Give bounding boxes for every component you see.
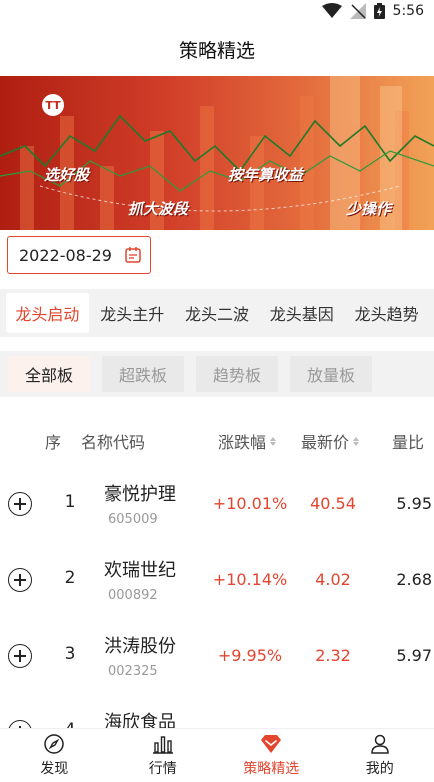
bottom-nav: 发现 行情 策略精选 我的 (0, 728, 434, 782)
stock-code: 002325 (108, 664, 158, 679)
header-ratio: 量比 (392, 433, 425, 452)
logo-mark: TT (42, 94, 64, 116)
add-watchlist-icon[interactable] (8, 644, 32, 668)
stock-price: 40.54 (310, 494, 356, 513)
tab-longtou-qidong[interactable]: 龙头启动 (6, 293, 89, 333)
date-value: 2022-08-29 (19, 245, 112, 265)
stock-list: 1 豪悦护理 605009 +10.01% 40.54 5.95 2 欢瑞世纪 … (0, 466, 434, 728)
title-bar: 策略精选 (0, 22, 434, 76)
header-change-sortable[interactable]: 涨跌幅 (218, 429, 277, 453)
header-index: 序 (45, 433, 62, 452)
filter-trend-board[interactable]: 趋势板 (196, 356, 278, 392)
nav-discover[interactable]: 发现 (0, 729, 109, 782)
wifi-icon (321, 3, 342, 18)
battery-charging-icon (373, 3, 385, 19)
status-bar: 5:56 (0, 0, 434, 22)
stock-volume-ratio: 5.95 (396, 494, 432, 513)
table-header: 序 名称代码 涨跌幅 最新价 量比 (0, 416, 434, 466)
stock-change: +9.95% (217, 646, 283, 665)
stock-code: 605009 (108, 512, 158, 527)
sort-icon (353, 436, 360, 446)
compass-icon (44, 734, 64, 754)
nav-profile-label: 我的 (365, 761, 394, 777)
stock-price: 2.32 (315, 646, 351, 665)
banner-logo: TT (42, 94, 68, 116)
stock-name: 欢瑞世纪 (104, 560, 176, 581)
tab-longtou-jiyin[interactable]: 龙头基因 (260, 293, 344, 333)
header-change-label: 涨跌幅 (218, 433, 267, 452)
filter-all-boards[interactable]: 全部板 (8, 356, 90, 392)
table-row[interactable]: 3 洪涛股份 002325 +9.95% 2.32 5.97 (0, 618, 434, 694)
calendar-icon (125, 247, 141, 263)
banner-slogan-4: 少操作 (346, 200, 392, 218)
nav-profile[interactable]: 我的 (326, 729, 434, 782)
add-watchlist-icon[interactable] (8, 492, 32, 516)
board-filters: 全部板 超跌板 趋势板 放量板 (0, 351, 434, 397)
promo-banner[interactable]: TT 选好股 按年算收益 抓大波段 少操作 (0, 76, 434, 230)
stock-name: 洪涛股份 (104, 636, 176, 657)
page-title: 策略精选 (178, 39, 255, 62)
tab-longtou-erbo[interactable]: 龙头二波 (175, 293, 259, 333)
strategy-tabs: 龙头启动 龙头主升 龙头二波 龙头基因 龙头趋势 (0, 289, 434, 337)
tab-longtou-qushi[interactable]: 龙头趋势 (345, 293, 428, 333)
table-row[interactable]: 1 豪悦护理 605009 +10.01% 40.54 5.95 (0, 466, 434, 542)
nav-discover-label: 发现 (40, 761, 69, 777)
stock-volume-ratio: 5.97 (396, 646, 432, 665)
stock-name: 豪悦护理 (104, 484, 176, 505)
sort-icon (270, 436, 277, 446)
bar-chart-icon (152, 736, 173, 754)
banner-slogan-3: 抓大波段 (128, 200, 189, 218)
banner-slogan-1: 选好股 (44, 166, 90, 184)
stock-code: 000892 (108, 588, 158, 603)
banner-slogan-2: 按年算收益 (228, 166, 304, 184)
date-picker[interactable]: 2022-08-29 (7, 236, 151, 274)
table-row[interactable]: 4 海欣食品 (0, 694, 434, 728)
table-row[interactable]: 2 欢瑞世纪 000892 +10.14% 4.02 2.68 (0, 542, 434, 618)
status-time: 5:56 (392, 3, 424, 19)
row-index: 4 (60, 720, 80, 728)
row-index: 2 (64, 568, 76, 588)
tab-longtou-zhusheng[interactable]: 龙头主升 (90, 293, 174, 333)
stock-price: 4.02 (315, 570, 351, 589)
nav-strategy[interactable]: 策略精选 (217, 729, 326, 782)
row-index: 1 (64, 492, 76, 512)
stock-change: +10.14% (212, 570, 288, 589)
filter-volume-board[interactable]: 放量板 (290, 356, 372, 392)
add-watchlist-icon[interactable] (8, 720, 32, 728)
nav-market[interactable]: 行情 (109, 729, 218, 782)
nav-market-label: 行情 (148, 761, 177, 777)
add-watchlist-icon[interactable] (8, 568, 32, 592)
diamond-icon (261, 735, 282, 753)
row-index: 3 (64, 644, 76, 664)
stock-name: 海欣食品 (104, 712, 176, 728)
filter-oversold-board[interactable]: 超跌板 (102, 356, 184, 392)
user-icon (370, 734, 389, 754)
no-signal-icon (349, 3, 366, 19)
header-price-label: 最新价 (301, 433, 350, 452)
stock-volume-ratio: 2.68 (396, 570, 432, 589)
nav-strategy-label: 策略精选 (243, 761, 300, 777)
header-name-code: 名称代码 (81, 433, 146, 452)
header-price-sortable[interactable]: 最新价 (301, 429, 360, 453)
stock-change: +10.01% (212, 494, 288, 513)
